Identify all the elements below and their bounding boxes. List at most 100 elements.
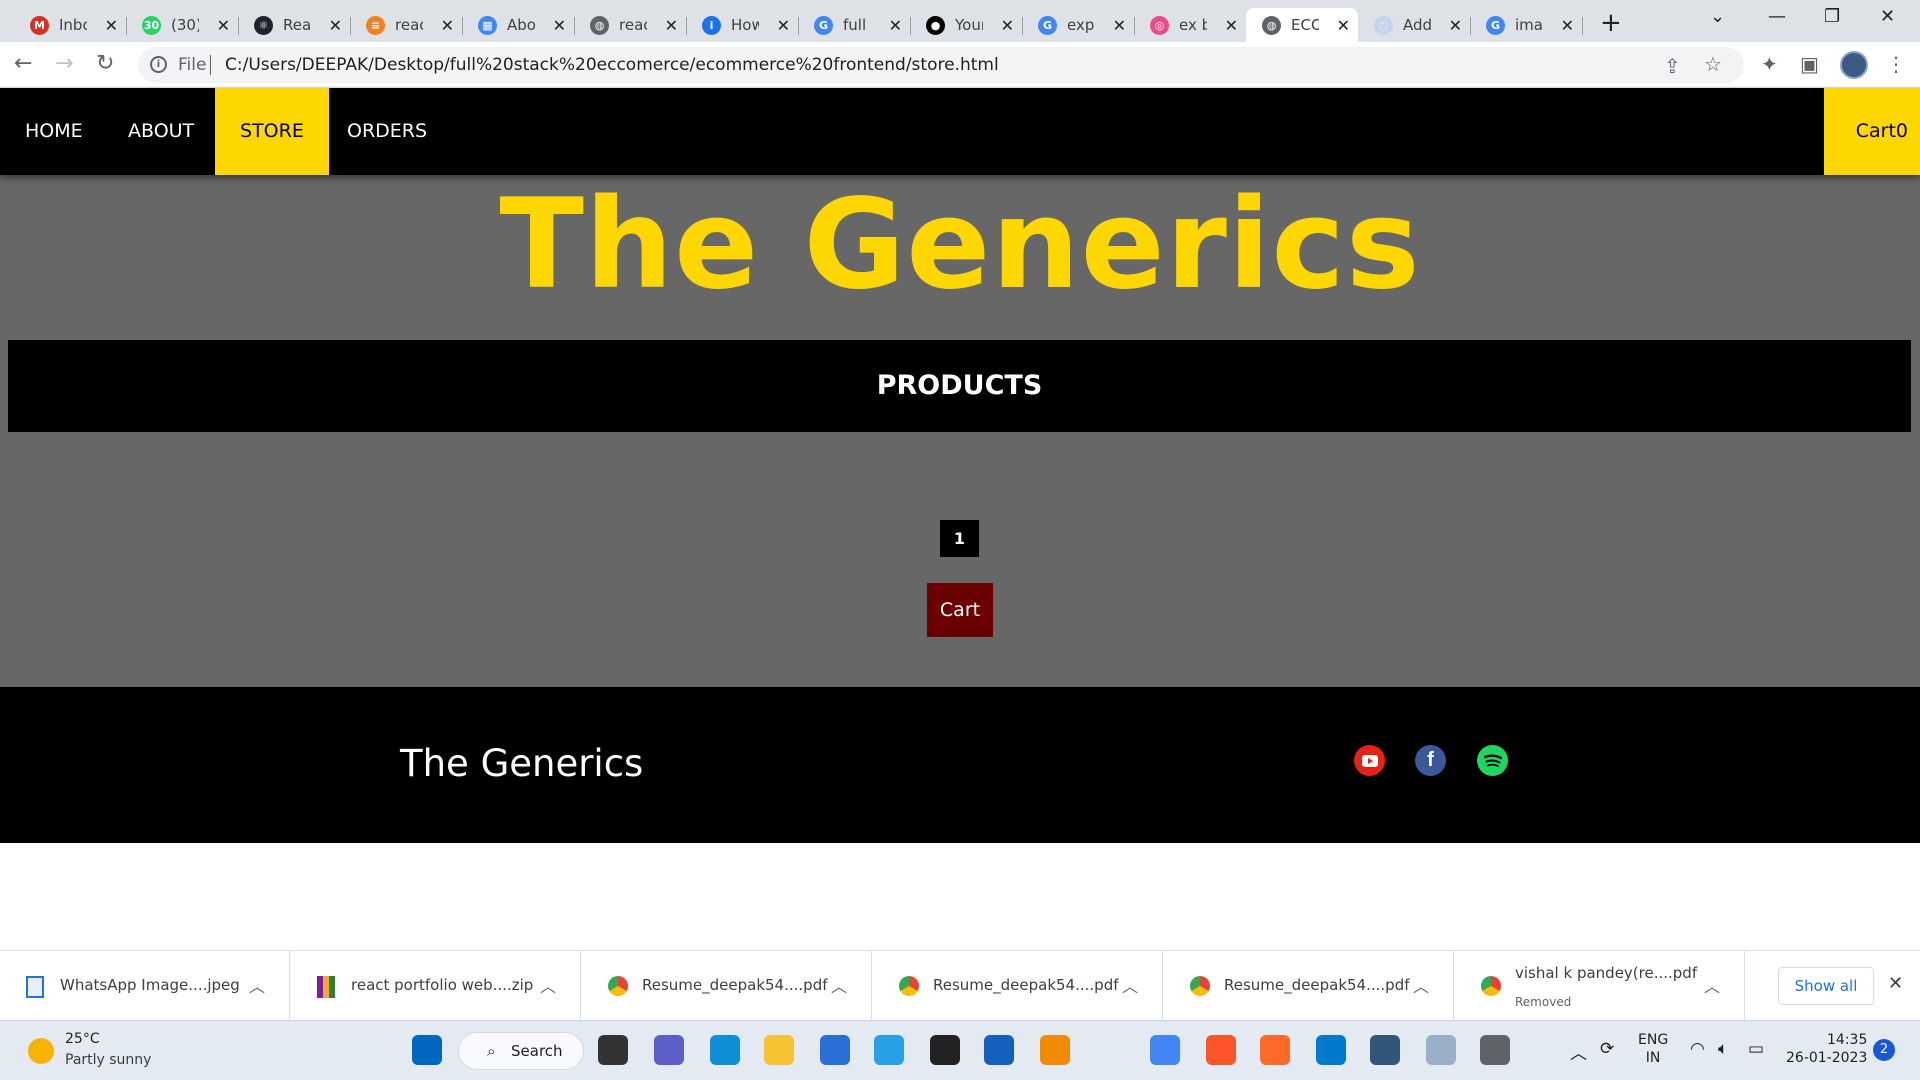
- close-tab-icon[interactable]: ✕: [329, 16, 342, 35]
- start-windows-icon[interactable]: [412, 1035, 442, 1065]
- profile-avatar[interactable]: [1840, 51, 1868, 79]
- brave-icon[interactable]: [1206, 1035, 1236, 1065]
- tray-sync-icon[interactable]: ⟳: [1600, 1039, 1614, 1059]
- nav-store[interactable]: STORE: [215, 88, 329, 175]
- info-icon[interactable]: i: [150, 56, 167, 73]
- close-tab-icon[interactable]: ✕: [1113, 16, 1126, 35]
- side-panel-icon[interactable]: ▣: [1800, 52, 1819, 76]
- pagination-page-button[interactable]: 1: [940, 520, 979, 557]
- new-tab-button[interactable]: +: [1600, 8, 1622, 38]
- facebook-icon[interactable]: f: [1415, 745, 1446, 776]
- chevron-up-icon[interactable]: ︿: [1704, 973, 1720, 997]
- taskbar-search[interactable]: ⌕ Search: [458, 1032, 584, 1070]
- volume-icon[interactable]: 🔈︎: [1718, 1039, 1728, 1059]
- download-item[interactable]: vishal k pandey(re....pdf Removed ︿: [1455, 951, 1745, 1021]
- spotify-icon[interactable]: [1477, 745, 1508, 776]
- vlc-icon[interactable]: [1040, 1035, 1070, 1065]
- browser-tab[interactable]: ▦ About ✕: [462, 8, 575, 42]
- close-tab-icon[interactable]: ✕: [1225, 16, 1238, 35]
- browser-tab[interactable]: ◍ react ✕: [574, 8, 687, 42]
- chevron-up-icon[interactable]: ︿: [1122, 973, 1138, 997]
- close-tab-icon[interactable]: ✕: [889, 16, 902, 35]
- browser-tab[interactable]: ◌ Add ✕: [1358, 8, 1471, 42]
- file-explorer-icon[interactable]: [764, 1035, 794, 1065]
- close-tab-icon[interactable]: ✕: [1561, 16, 1574, 35]
- vscode-icon[interactable]: [1316, 1035, 1346, 1065]
- weather-sun-icon[interactable]: [28, 1038, 54, 1064]
- weather-temperature[interactable]: 25°C: [65, 1031, 100, 1047]
- show-all-downloads-button[interactable]: Show all: [1778, 967, 1874, 1005]
- close-tab-icon[interactable]: ✕: [1001, 16, 1014, 35]
- download-item[interactable]: Resume_deepak54....pdf ︿: [1164, 951, 1454, 1021]
- chrome-icon[interactable]: [1150, 1035, 1180, 1065]
- close-tab-icon[interactable]: ✕: [777, 16, 790, 35]
- weather-description[interactable]: Partly sunny: [65, 1052, 151, 1068]
- browser-tab[interactable]: ⚛ React ✕: [238, 8, 351, 42]
- chevron-up-icon[interactable]: ︿: [249, 973, 265, 997]
- chrome-pdf-icon: [899, 976, 919, 996]
- browser-tab[interactable]: ◎ ex by ✕: [1134, 8, 1247, 42]
- battery-icon[interactable]: ▭: [1748, 1039, 1764, 1059]
- browser-tab[interactable]: 30 (30) ✕: [126, 8, 239, 42]
- clock[interactable]: 14:35 26-01-2023: [1786, 1031, 1867, 1067]
- teams-chat-icon[interactable]: [654, 1035, 684, 1065]
- close-tab-icon[interactable]: ✕: [665, 16, 678, 35]
- url-text[interactable]: C:/Users/DEEPAK/Desktop/full%20stack%20e…: [225, 55, 999, 75]
- forward-arrow-icon[interactable]: →: [55, 51, 73, 76]
- download-item[interactable]: Resume_deepak54....pdf ︿: [582, 951, 872, 1021]
- close-tab-icon[interactable]: ✕: [1337, 16, 1350, 35]
- open-cart-button[interactable]: Cart: [927, 583, 993, 637]
- download-item[interactable]: react portfolio web....zip ︿: [291, 951, 581, 1021]
- close-tab-icon[interactable]: ✕: [105, 16, 118, 35]
- bookmark-star-icon[interactable]: ☆: [1704, 52, 1722, 76]
- settings-gear-icon[interactable]: [1480, 1035, 1510, 1065]
- nav-orders[interactable]: ORDERS: [322, 88, 452, 175]
- browser-tab[interactable]: ● Your ✕: [910, 8, 1023, 42]
- chevron-up-icon[interactable]: ︿: [540, 973, 556, 997]
- browser-tab[interactable]: Gexpe ✕: [1022, 8, 1135, 42]
- vm-app-icon[interactable]: [1370, 1035, 1400, 1065]
- task-view-icon[interactable]: [598, 1035, 628, 1065]
- extensions-puzzle-icon[interactable]: ✦: [1761, 52, 1778, 76]
- close-tab-icon[interactable]: ✕: [1449, 16, 1462, 35]
- close-tab-icon[interactable]: ✕: [553, 16, 566, 35]
- reload-icon[interactable]: ↻: [96, 51, 114, 76]
- network-app-icon[interactable]: [1426, 1035, 1456, 1065]
- browser-tab[interactable]: i How ✕: [686, 8, 799, 42]
- language-indicator[interactable]: ENG IN: [1638, 1031, 1668, 1067]
- share-icon[interactable]: ⇪: [1664, 54, 1681, 78]
- browser-tab[interactable]: Gfull s ✕: [798, 8, 911, 42]
- nav-about[interactable]: ABOUT: [103, 88, 219, 175]
- close-tab-icon[interactable]: ✕: [441, 16, 454, 35]
- close-downloads-icon[interactable]: ✕: [1888, 973, 1903, 994]
- postman-icon[interactable]: [1260, 1035, 1290, 1065]
- wifi-icon[interactable]: ◠: [1690, 1039, 1705, 1059]
- address-bar[interactable]: i File C:/Users/DEEPAK/Desktop/full%20st…: [138, 47, 1744, 83]
- close-window-button[interactable]: ✕: [1880, 6, 1895, 27]
- browser-tab[interactable]: ≡ react ✕: [350, 8, 463, 42]
- browser-tab[interactable]: ◍ ECOM ✕: [1246, 8, 1358, 42]
- kebab-menu-icon[interactable]: ⋮: [1886, 52, 1906, 76]
- download-item[interactable]: WhatsApp Image....jpeg ︿: [0, 951, 290, 1021]
- microsoft-store-icon[interactable]: [820, 1035, 850, 1065]
- nav-cart[interactable]: Cart0: [1823, 88, 1920, 175]
- close-tab-icon[interactable]: ✕: [217, 16, 230, 35]
- youtube-icon[interactable]: [1354, 745, 1385, 776]
- browser-tab[interactable]: Gimag ✕: [1470, 8, 1583, 42]
- flutter-icon[interactable]: [874, 1035, 904, 1065]
- nav-home[interactable]: HOME: [0, 88, 108, 175]
- notification-badge[interactable]: 2: [1873, 1039, 1895, 1061]
- dropbox-icon[interactable]: [930, 1035, 960, 1065]
- mail-icon[interactable]: [984, 1035, 1014, 1065]
- tray-chevron-up-icon[interactable]: ︿: [1570, 1039, 1587, 1064]
- browser-tab[interactable]: M Inbox ✕: [14, 8, 127, 42]
- back-arrow-icon[interactable]: ←: [14, 51, 32, 76]
- tab-search-chevron-icon[interactable]: ⌄: [1710, 6, 1725, 27]
- minimize-button[interactable]: —: [1768, 6, 1786, 27]
- download-item[interactable]: Resume_deepak54....pdf ︿: [873, 951, 1163, 1021]
- chevron-up-icon[interactable]: ︿: [831, 973, 847, 997]
- maximize-button[interactable]: ❐: [1824, 6, 1840, 27]
- browser-tab-title: react: [619, 16, 647, 34]
- edge-browser-icon[interactable]: [710, 1035, 740, 1065]
- chevron-up-icon[interactable]: ︿: [1413, 973, 1429, 997]
